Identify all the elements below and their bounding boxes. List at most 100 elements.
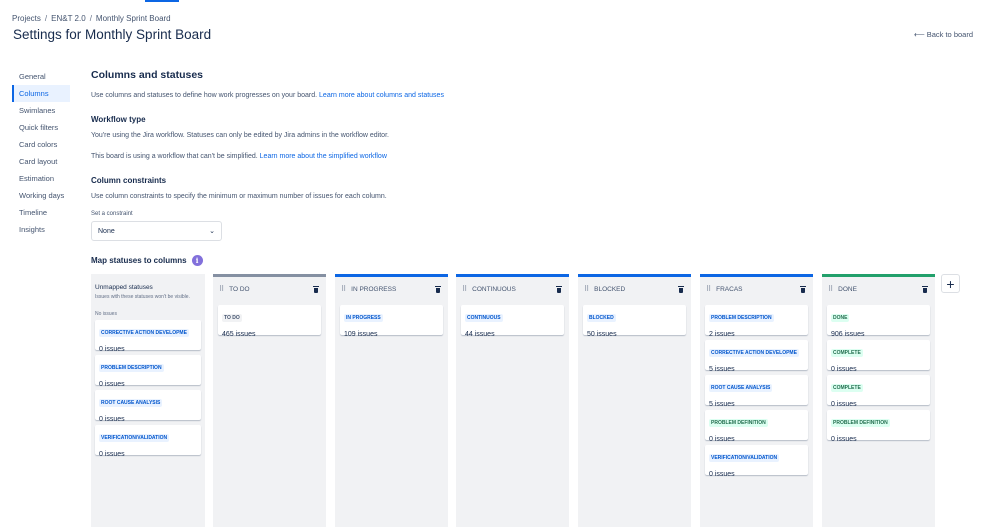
sidebar-item-swimlanes[interactable]: Swimlanes [12, 102, 70, 119]
issue-count: 109 issues [344, 331, 378, 338]
section-title: Columns and statuses [91, 69, 204, 81]
board-column-to-do[interactable]: ⠿ TO DO TO DO 465 issues [213, 274, 326, 527]
trash-icon[interactable] [435, 285, 441, 293]
status-card[interactable]: CORRECTIVE ACTION DEVELOPME 0 issues [95, 319, 201, 353]
drag-handle-icon[interactable]: ⠿ [462, 285, 467, 293]
status-card[interactable]: PROBLEM DEFINITION 0 issues [705, 410, 808, 443]
board-column-blocked[interactable]: ⠿ BLOCKED BLOCKED 50 issues [578, 274, 691, 527]
status-card[interactable]: COMPLETE 0 issues [827, 340, 930, 373]
status-lozenge: PROBLEM DEFINITION [709, 419, 768, 427]
sidebar-item-card-layout[interactable]: Card layout [12, 153, 70, 170]
trash-icon[interactable] [313, 285, 319, 293]
status-card[interactable]: CORRECTIVE ACTION DEVELOPME 5 issues [705, 340, 808, 373]
column-header: ⠿ FRACAS [700, 277, 813, 301]
columns-intro: Use columns and statuses to define how w… [91, 92, 444, 99]
board-column-done[interactable]: ⠿ DONE DONE 906 issues COMPLETE 0 issues… [822, 274, 935, 527]
issue-count: 0 issues [99, 380, 125, 388]
constraint-select-value: None [98, 227, 115, 235]
back-to-board-label: Back to board [926, 30, 973, 39]
column-name[interactable]: FRACAS [716, 286, 742, 293]
active-nav-indicator [145, 0, 179, 2]
status-card[interactable]: PROBLEM DESCRIPTION 0 issues [95, 354, 201, 388]
issue-count: 906 issues [831, 331, 865, 338]
constraint-label: Set a constraint [91, 211, 133, 217]
status-lozenge: VERIFICATION/VALIDATION [99, 433, 170, 442]
learn-more-simplified-link[interactable]: Learn more about the simplified workflow [260, 153, 387, 160]
issue-count: 0 issues [709, 436, 735, 443]
status-card[interactable]: COMPLETE 0 issues [827, 375, 930, 408]
status-lozenge: CORRECTIVE ACTION DEVELOPME [99, 328, 189, 337]
status-card[interactable]: CONTINUOUS 44 issues [461, 305, 564, 338]
workflow-note: This board is using a workflow that can'… [91, 153, 387, 160]
issue-count: 0 issues [709, 471, 735, 478]
add-column-button[interactable]: + [941, 274, 960, 293]
column-name[interactable]: CONTINUOUS [472, 286, 516, 293]
status-lozenge: ROOT CAUSE ANALYSIS [709, 384, 773, 392]
learn-more-columns-link[interactable]: Learn more about columns and statuses [319, 92, 444, 99]
status-lozenge: CORRECTIVE ACTION DEVELOPME [709, 349, 799, 357]
info-icon[interactable]: i [191, 255, 203, 266]
column-card-list: BLOCKED 50 issues [578, 301, 691, 338]
status-card[interactable]: DONE 906 issues [827, 305, 930, 338]
issue-count: 0 issues [831, 401, 857, 408]
status-card[interactable]: VERIFICATION/VALIDATION 0 issues [705, 445, 808, 478]
issue-count: 2 issues [709, 331, 735, 338]
trash-icon[interactable] [678, 285, 684, 293]
workflow-type-text: You're using the Jira workflow. Statuses… [91, 132, 389, 139]
trash-icon[interactable] [800, 285, 806, 293]
trash-icon[interactable] [556, 285, 562, 293]
column-name[interactable]: IN PROGRESS [351, 286, 396, 293]
status-lozenge: VERIFICATION/VALIDATION [709, 454, 780, 462]
breadcrumb-separator: / [44, 14, 48, 23]
issue-count: 5 issues [709, 366, 735, 373]
workflow-note-text: This board is using a workflow that can'… [91, 153, 258, 160]
column-card-list: CONTINUOUS 44 issues [456, 301, 569, 338]
column-name[interactable]: TO DO [229, 286, 249, 293]
board-column-fracas[interactable]: ⠿ FRACAS PROBLEM DESCRIPTION 2 issues CO… [700, 274, 813, 527]
status-card[interactable]: PROBLEM DESCRIPTION 2 issues [705, 305, 808, 338]
status-card[interactable]: TO DO 465 issues [218, 305, 321, 338]
drag-handle-icon[interactable]: ⠿ [828, 285, 833, 293]
column-name[interactable]: DONE [838, 286, 857, 293]
status-card[interactable]: PROBLEM DEFINITION 0 issues [827, 410, 930, 443]
column-name[interactable]: BLOCKED [594, 286, 625, 293]
column-constraints-text: Use column constraints to specify the mi… [91, 193, 387, 200]
board-column-continuous[interactable]: ⠿ CONTINUOUS CONTINUOUS 44 issues [456, 274, 569, 527]
sidebar-item-columns[interactable]: Columns [12, 85, 70, 102]
drag-handle-icon[interactable]: ⠿ [706, 285, 711, 293]
status-lozenge: PROBLEM DESCRIPTION [99, 363, 164, 372]
sidebar-item-insights[interactable]: Insights [12, 221, 70, 238]
breadcrumb-board[interactable]: Monthly Sprint Board [96, 14, 171, 23]
status-lozenge: COMPLETE [831, 349, 863, 357]
sidebar-item-estimation[interactable]: Estimation [12, 170, 70, 187]
drag-handle-icon[interactable]: ⠿ [219, 285, 224, 293]
column-card-list: TO DO 465 issues [213, 301, 326, 338]
issue-count: 50 issues [587, 331, 617, 338]
breadcrumb: Projects / EN&T 2.0 / Monthly Sprint Boa… [12, 14, 171, 23]
sidebar-item-general[interactable]: General [12, 68, 70, 85]
sidebar-item-working-days[interactable]: Working days [12, 187, 70, 204]
sidebar-item-card-colors[interactable]: Card colors [12, 136, 70, 153]
issue-count: 465 issues [222, 331, 256, 338]
sidebar-item-timeline[interactable]: Timeline [12, 204, 70, 221]
drag-handle-icon[interactable]: ⠿ [584, 285, 589, 293]
map-statuses-heading: Map statuses to columns i [91, 255, 203, 266]
back-to-board-link[interactable]: ⟵ Back to board [914, 30, 973, 39]
trash-icon[interactable] [922, 285, 928, 293]
status-card[interactable]: ROOT CAUSE ANALYSIS 0 issues [95, 389, 201, 423]
breadcrumb-project[interactable]: EN&T 2.0 [51, 14, 86, 23]
column-header: ⠿ DONE [822, 277, 935, 301]
status-card[interactable]: VERIFICATION/VALIDATION 0 issues [95, 424, 201, 458]
drag-handle-icon[interactable]: ⠿ [341, 285, 346, 293]
status-card[interactable]: IN PROGRESS 109 issues [340, 305, 443, 338]
arrow-left-icon: ⟵ [913, 30, 925, 39]
breadcrumb-projects[interactable]: Projects [12, 14, 41, 23]
column-header: ⠿ IN PROGRESS [335, 277, 448, 301]
status-lozenge: CONTINUOUS [465, 314, 503, 322]
board-column-in-progress[interactable]: ⠿ IN PROGRESS IN PROGRESS 109 issues [335, 274, 448, 527]
constraint-select[interactable]: None ⌄ [91, 221, 222, 241]
sidebar-item-quick-filters[interactable]: Quick filters [12, 119, 70, 136]
status-card[interactable]: BLOCKED 50 issues [583, 305, 686, 338]
status-card[interactable]: ROOT CAUSE ANALYSIS 5 issues [705, 375, 808, 408]
status-lozenge: ROOT CAUSE ANALYSIS [99, 398, 163, 407]
